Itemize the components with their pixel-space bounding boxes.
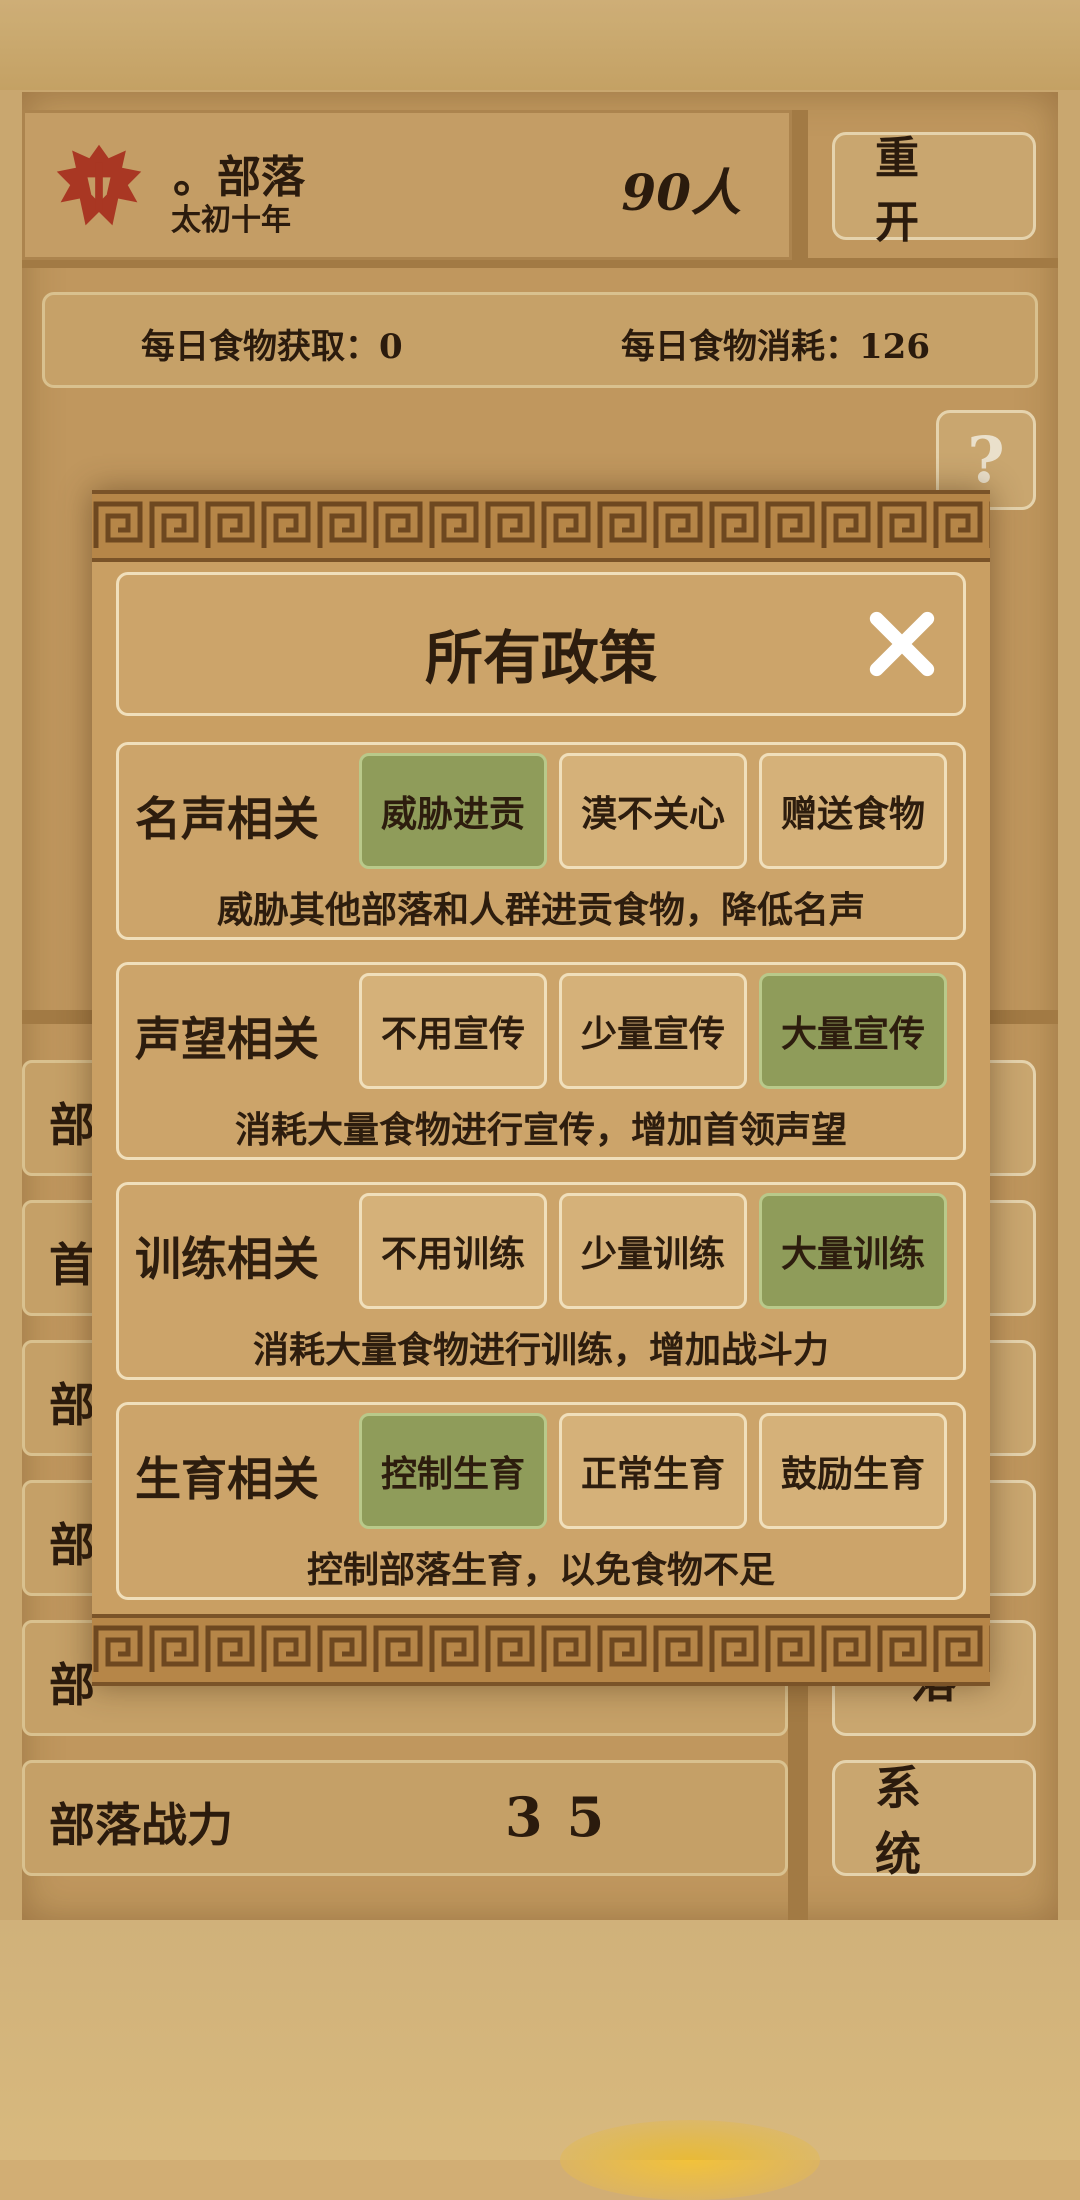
modal-title: 所有政策: [424, 624, 657, 692]
policy-option[interactable]: 漠不关心: [559, 753, 747, 869]
policy-option[interactable]: 少量宣传: [559, 973, 747, 1089]
policy-description: 威胁其他部落和人群进贡食物，降低名声: [216, 889, 865, 931]
policy-label: 名声相关: [135, 792, 319, 846]
policy-option[interactable]: 不用训练: [359, 1193, 547, 1309]
policy-option[interactable]: 大量宣传: [759, 973, 947, 1089]
fret-border-top: [92, 490, 990, 562]
policy-option[interactable]: 控制生育: [359, 1413, 547, 1529]
policy-training: 训练相关 不用训练 少量训练 大量训练 消耗大量食物进行训练，增加战斗力: [116, 1182, 966, 1380]
fret-border-bottom: [92, 1614, 990, 1686]
modal-title-bar: 所有政策: [116, 572, 966, 716]
policy-option[interactable]: 正常生育: [559, 1413, 747, 1529]
policy-option[interactable]: 不用宣传: [359, 973, 547, 1089]
policy-description: 消耗大量食物进行宣传，增加首领声望: [234, 1109, 847, 1151]
policy-description: 控制部落生育，以免食物不足: [306, 1549, 775, 1591]
policy-option[interactable]: 大量训练: [759, 1193, 947, 1309]
policy-modal: 所有政策 名声相关 威胁进贡 漠不关心 赠送食物 威胁其他部落和人群进贡食物，降…: [92, 490, 990, 1686]
policy-option[interactable]: 赠送食物: [759, 753, 947, 869]
policy-description: 消耗大量食物进行训练，增加战斗力: [252, 1329, 829, 1371]
policy-label: 声望相关: [135, 1012, 319, 1066]
policy-option[interactable]: 鼓励生育: [759, 1413, 947, 1529]
policy-label: 训练相关: [135, 1232, 319, 1286]
policy-reputation: 名声相关 威胁进贡 漠不关心 赠送食物 威胁其他部落和人群进贡食物，降低名声: [116, 742, 966, 940]
policy-label: 生育相关: [135, 1452, 319, 1506]
policy-prestige: 声望相关 不用宣传 少量宣传 大量宣传 消耗大量食物进行宣传，增加首领声望: [116, 962, 966, 1160]
policy-birth: 生育相关 控制生育 正常生育 鼓励生育 控制部落生育，以免食物不足: [116, 1402, 966, 1600]
policy-option[interactable]: 少量训练: [559, 1193, 747, 1309]
close-icon[interactable]: [863, 605, 941, 683]
policy-option[interactable]: 威胁进贡: [359, 753, 547, 869]
